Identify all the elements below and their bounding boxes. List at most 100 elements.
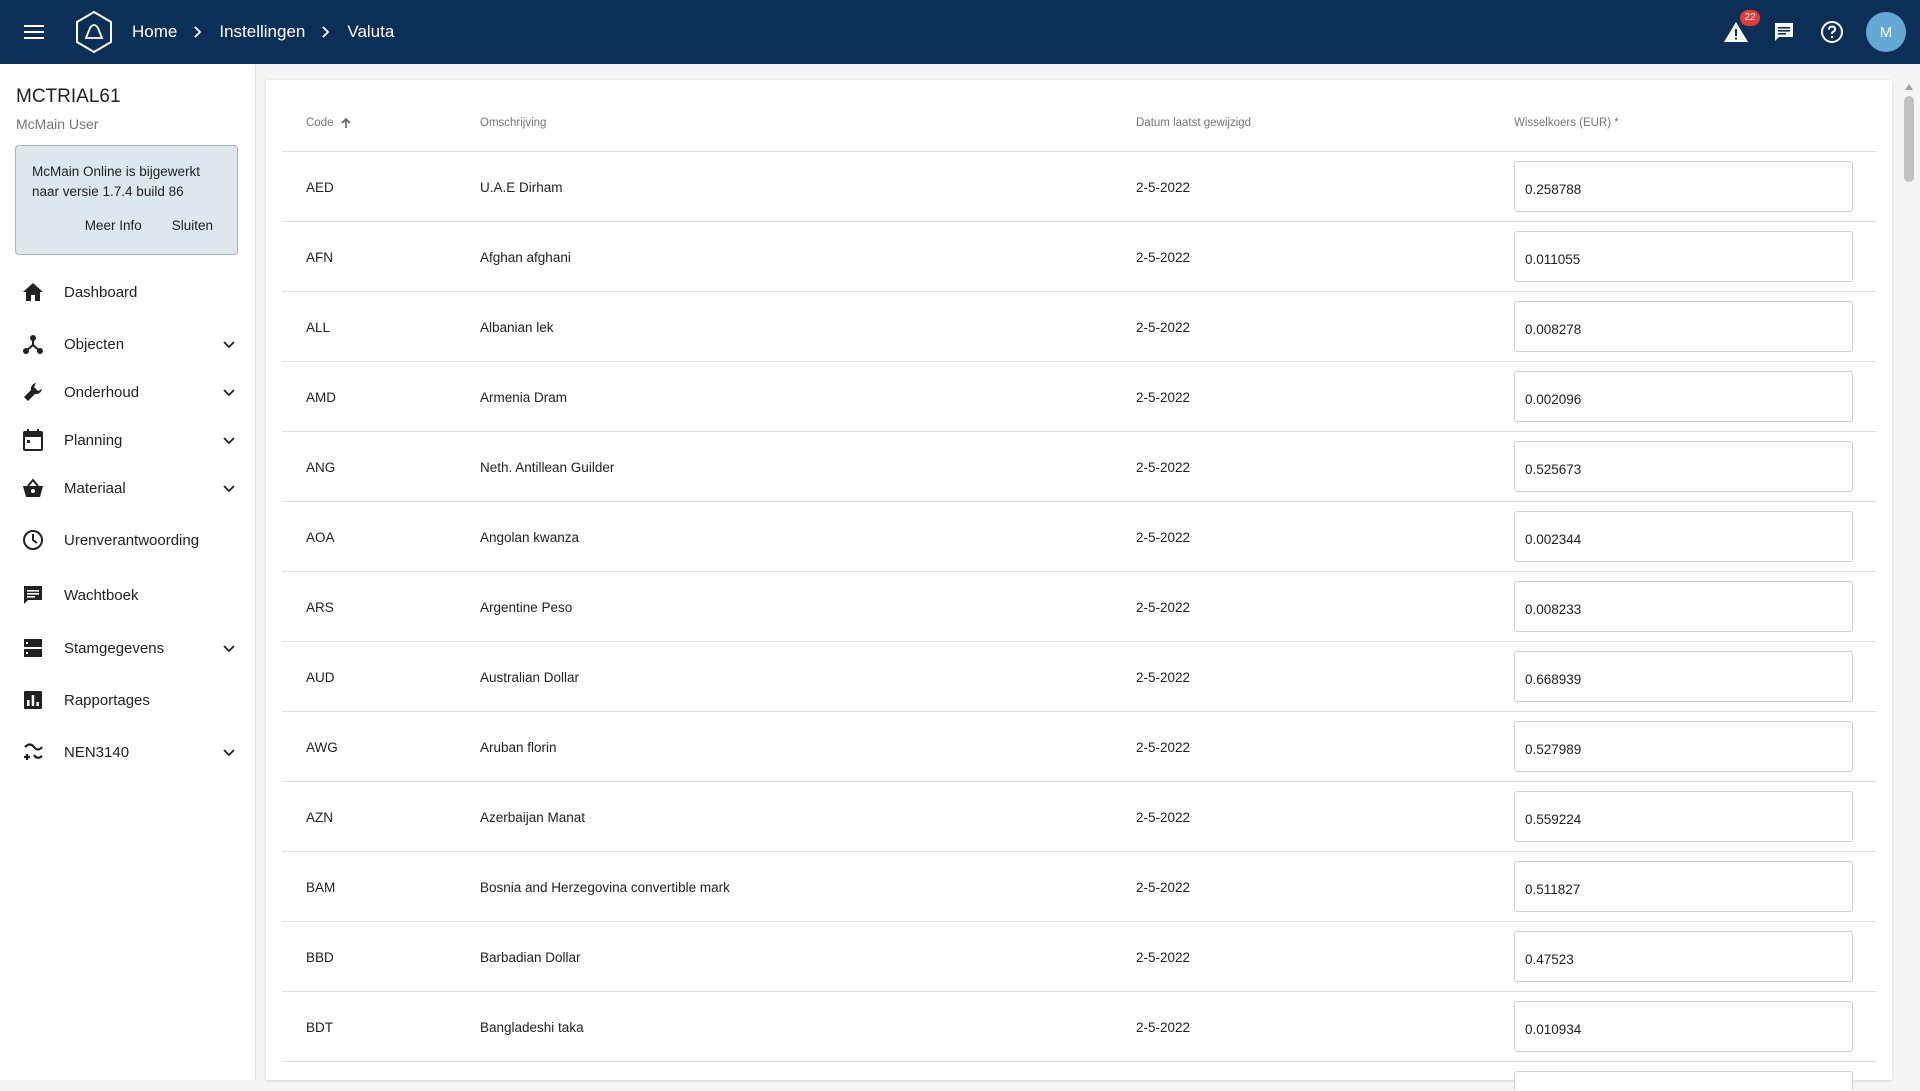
table-row[interactable]: AED U.A.E Dirham 2-5-2022 [282,151,1876,222]
column-header-date[interactable]: Datum laatst gewijzigd [1136,117,1251,129]
table-row[interactable]: AOA Angolan kwanza 2-5-2022 [282,501,1876,572]
rate-field [1514,161,1853,212]
more-info-button[interactable]: Meer Info [85,216,142,236]
cell-description: Angolan kwanza [480,529,580,545]
chevron-down-icon [223,341,235,349]
cell-code: AFN [306,249,333,265]
column-header-rate[interactable]: Wisselkoers (EUR) * [1514,117,1619,129]
rate-field [1514,581,1853,632]
rate-input[interactable] [1525,462,1825,477]
scrollbar-thumb[interactable] [1904,96,1914,182]
chevron-right-icon [193,26,203,38]
cell-code: BAM [306,879,336,895]
cell-code: ALL [306,319,331,335]
sidebar-item-stamgegevens[interactable]: Stamgegevens [0,626,255,670]
breadcrumb-instellingen[interactable]: Instellingen [219,22,305,42]
chevron-down-icon [223,645,235,653]
sort-ascending-icon [340,117,351,128]
table-row[interactable]: AMD Armenia Dram 2-5-2022 [282,361,1876,432]
cell-description: Argentine Peso [480,599,573,615]
table-row[interactable]: ALL Albanian lek 2-5-2022 [282,291,1876,362]
chat-icon[interactable] [1770,18,1798,46]
rate-input[interactable] [1525,252,1825,267]
sidebar-item-onderhoud[interactable]: Onderhoud [0,370,255,414]
table-row[interactable]: AZN Azerbaijan Manat 2-5-2022 [282,781,1876,852]
cell-date: 2-5-2022 [1136,739,1191,755]
sidebar-item-objecten[interactable]: Objecten [0,322,255,366]
rate-input[interactable] [1525,812,1825,827]
app-logo[interactable] [74,10,114,54]
cell-date: 2-5-2022 [1136,599,1191,615]
rate-field [1514,931,1853,982]
hamburger-menu-icon[interactable] [20,18,48,46]
rate-input[interactable] [1525,322,1825,337]
rate-input[interactable] [1525,532,1825,547]
clock-icon [21,528,45,552]
message-icon [21,583,45,607]
scroll-up-arrow-icon[interactable] [1905,84,1913,90]
table-row[interactable]: ARS Argentine Peso 2-5-2022 [282,571,1876,642]
update-notice: McMain Online is bijgewerkt naar versie … [15,145,238,255]
close-notice-button[interactable]: Sluiten [172,216,213,236]
sidebar-item-planning[interactable]: Planning [0,418,255,462]
cell-description: Australian Dollar [480,669,580,685]
table-row[interactable]: AFN Afghan afghani 2-5-2022 [282,221,1876,292]
cell-date: 2-5-2022 [1136,529,1191,545]
cell-description: Aruban florin [480,739,557,755]
table-row[interactable]: BAM Bosnia and Herzegovina convertible ma… [282,851,1876,922]
sidebar-item-label: Materiaal [64,479,126,497]
home-icon [21,280,45,304]
cell-description: Afghan afghani [480,249,571,265]
rate-input[interactable] [1525,602,1825,617]
wrench-icon [21,380,45,404]
notification-badge: 22 [1740,10,1760,26]
rate-field [1514,511,1853,562]
user-avatar[interactable]: M [1866,12,1906,52]
cell-description: Albanian lek [480,319,554,335]
rate-input[interactable] [1525,182,1825,197]
column-header-code[interactable]: Code [306,117,352,129]
sidebar-item-label: Dashboard [64,283,138,301]
sidebar-item-label: Stamgegevens [64,639,165,657]
cell-code: AZN [306,809,333,825]
user-name: McMain User [16,116,99,132]
help-icon[interactable] [1818,18,1846,46]
cell-date: 2-5-2022 [1136,459,1191,475]
sidebar-item-rapportages[interactable]: Rapportages [0,678,255,722]
bar-chart-icon [21,688,45,712]
cell-date: 2-5-2022 [1136,389,1191,405]
rate-input[interactable] [1525,882,1825,897]
table-row[interactable]: BBD Barbadian Dollar 2-5-2022 [282,921,1876,992]
table-row[interactable]: BDT Bangladeshi taka 2-5-2022 [282,991,1876,1062]
sidebar-item-wachtboek[interactable]: Wachtboek [0,573,255,617]
rate-input[interactable] [1525,952,1825,967]
breadcrumb-home[interactable]: Home [132,22,177,42]
rate-input[interactable] [1525,672,1825,687]
rate-input[interactable] [1525,742,1825,757]
warning-icon[interactable]: 22 [1722,10,1760,46]
cell-description: Neth. Antillean Guilder [480,459,615,475]
sidebar-item-dashboard[interactable]: Dashboard [0,270,255,314]
update-notice-text: McMain Online is bijgewerkt naar versie … [32,164,201,199]
cell-description: Armenia Dram [480,389,568,405]
column-header-description[interactable]: Omschrijving [480,117,546,129]
sidebar-item-materiaal[interactable]: Materiaal [0,466,255,510]
sidebar-item-nen3140[interactable]: NEN3140 [0,730,255,774]
rate-input[interactable] [1525,1022,1825,1037]
table-row[interactable]: AUD Australian Dollar 2-5-2022 [282,641,1876,712]
sidebar-item-urenverantwoording[interactable]: Urenverantwoording [0,518,255,562]
sidebar-item-label: Onderhoud [64,383,140,401]
sidebar-item-label: Urenverantwoording [64,531,200,549]
table-row[interactable]: AWG Aruban florin 2-5-2022 [282,711,1876,782]
cell-description: Barbadian Dollar [480,949,581,965]
scrollbar[interactable] [1900,80,1916,1080]
cell-date: 2-5-2022 [1136,949,1191,965]
cell-code: ANG [306,459,336,475]
table-row[interactable]: ANG Neth. Antillean Guilder 2-5-2022 [282,431,1876,502]
sidebar-item-label: Wachtboek [64,586,139,604]
chevron-right-icon [321,26,331,38]
cell-code: ARS [306,599,334,615]
cell-code: BDT [306,1019,333,1035]
rate-input[interactable] [1525,392,1825,407]
storage-icon [21,636,45,660]
